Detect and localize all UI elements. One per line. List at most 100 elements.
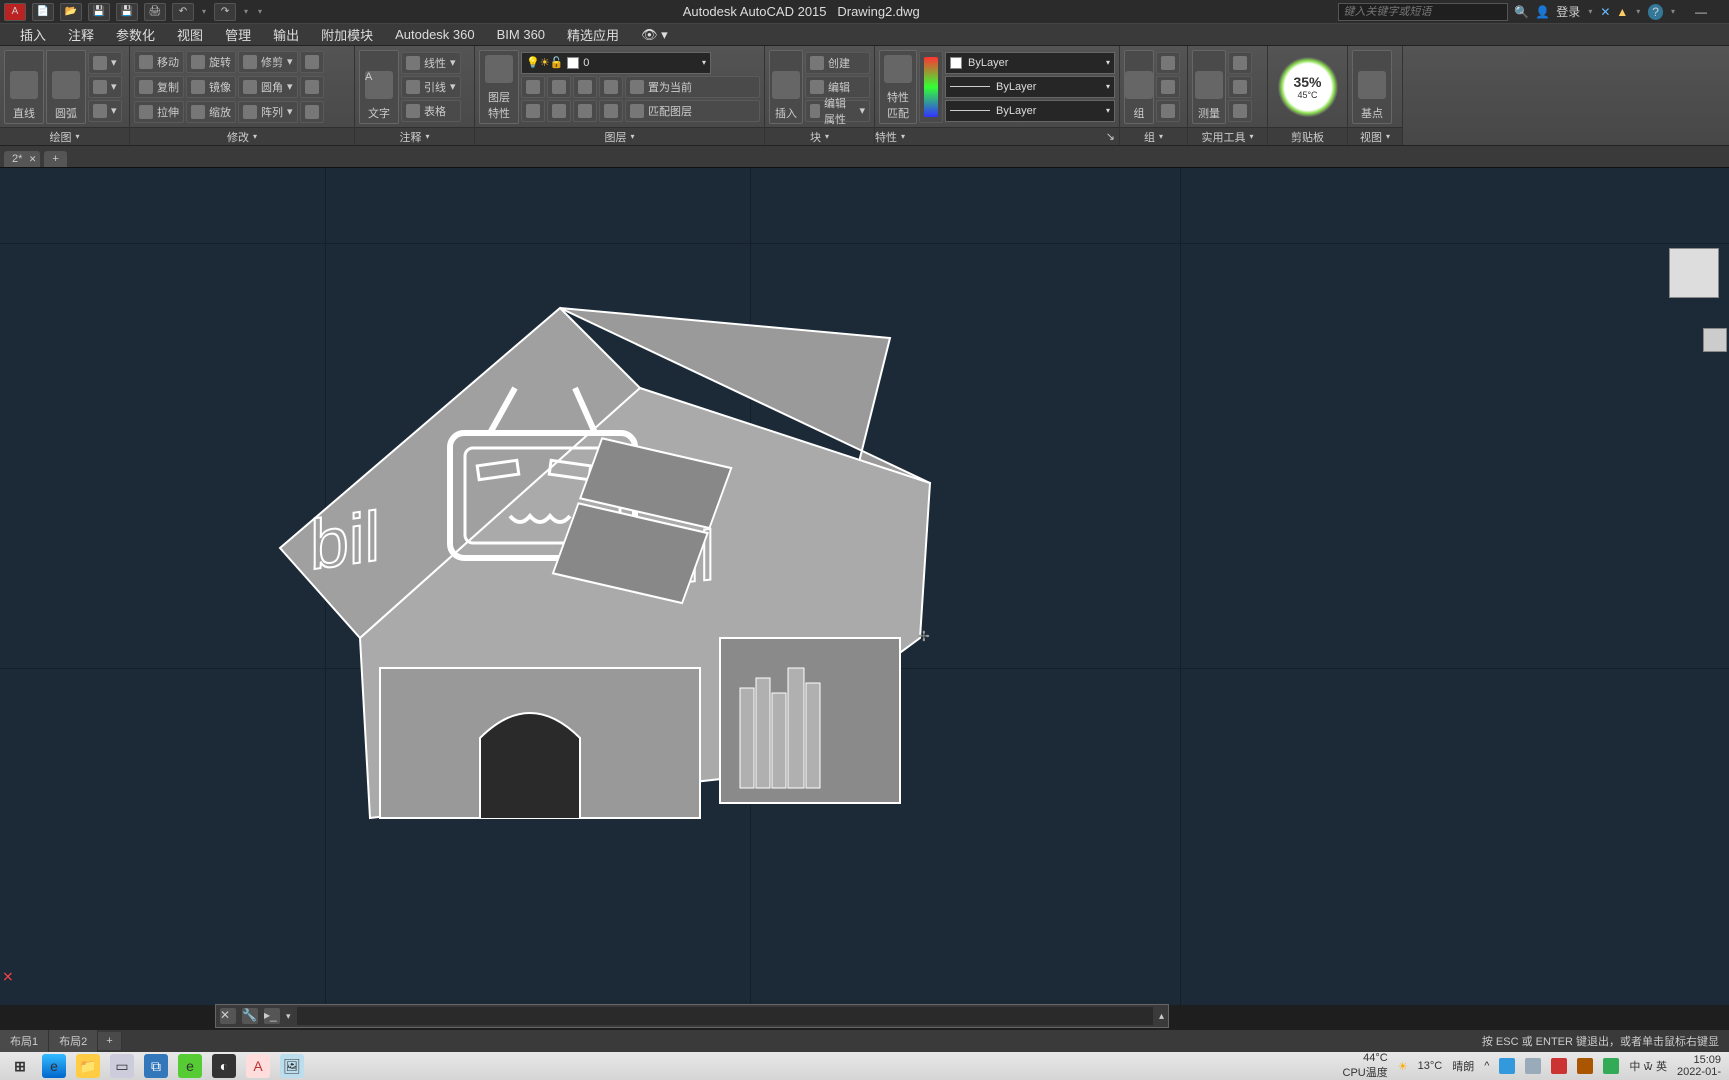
layer-lock-button[interactable]	[599, 76, 623, 98]
panel-title-modify[interactable]: 修改▾	[130, 127, 354, 145]
arc-button[interactable]: 圆弧	[46, 50, 86, 124]
cmd-history-icon[interactable]: ▴	[1159, 1011, 1164, 1022]
customize-cmdline-icon[interactable]: 🔧	[242, 1008, 258, 1024]
tray-icon-1[interactable]	[1499, 1058, 1515, 1074]
weather-icon[interactable]: ☀	[1398, 1060, 1408, 1073]
layer-off-button[interactable]	[573, 76, 597, 98]
command-line[interactable]: ✕ 🔧 ▸_ ▾ ▴	[215, 1004, 1169, 1028]
matchprop-button[interactable]: 特性 匹配	[879, 50, 917, 124]
table-button[interactable]: 表格	[401, 100, 461, 122]
open-icon[interactable]: 📂	[60, 3, 82, 21]
line-button[interactable]: 直线	[4, 50, 44, 124]
browser-icon[interactable]: e	[178, 1054, 202, 1078]
new-icon[interactable]: 📄	[32, 3, 54, 21]
start-icon[interactable]: ⊞	[8, 1054, 32, 1078]
group-sel-button[interactable]	[1156, 100, 1180, 122]
tab-view[interactable]: 视图	[167, 22, 213, 47]
create-block-button[interactable]: 创建	[805, 52, 870, 74]
panel-title-clip[interactable]: 剪贴板	[1268, 127, 1347, 145]
close-icon[interactable]: ✕	[29, 154, 37, 165]
edit-attr-button[interactable]: 编辑属性▾	[805, 100, 870, 122]
tab-a360[interactable]: Autodesk 360	[385, 24, 485, 45]
tab-insert[interactable]: 插入	[10, 22, 56, 47]
login-label[interactable]: 登录	[1556, 3, 1580, 20]
panel-title-draw[interactable]: 绘图▾	[0, 127, 129, 145]
hatch-button[interactable]: ▾	[88, 100, 122, 122]
tab-parametric[interactable]: 参数化	[106, 22, 165, 47]
panel-title-util[interactable]: 实用工具▾	[1188, 127, 1267, 145]
rotate-button[interactable]: 旋转	[186, 51, 236, 73]
app-icon-1[interactable]: ▭	[110, 1054, 134, 1078]
app-menu-icon[interactable]: A	[4, 3, 26, 21]
view-cube[interactable]	[1669, 248, 1719, 298]
close-cmdline-icon[interactable]: ✕	[220, 1008, 236, 1024]
panel-title-group[interactable]: 组▾	[1120, 127, 1187, 145]
layout-tab-1[interactable]: 布局1	[0, 1030, 49, 1052]
stretch-button[interactable]: 拉伸	[134, 101, 184, 123]
save-icon[interactable]: 💾	[88, 3, 110, 21]
nav-bar[interactable]	[1703, 328, 1727, 352]
undo-icon[interactable]: ↶	[172, 3, 194, 21]
text-button[interactable]: A文字	[359, 50, 399, 124]
drawing-canvas[interactable]: bil bil ✢ ⨯	[0, 168, 1729, 1005]
search-input[interactable]	[1338, 3, 1508, 21]
app-icon-3[interactable]: 🖼	[280, 1054, 304, 1078]
new-doc-tab[interactable]: +	[44, 151, 66, 167]
login-dropdown[interactable]: ▾	[1586, 7, 1594, 16]
tray-icon-2[interactable]	[1525, 1058, 1541, 1074]
tab-bim360[interactable]: BIM 360	[487, 24, 555, 45]
make-current-button[interactable]: 置为当前	[625, 76, 760, 98]
dim-linear-button[interactable]: 线性▾	[401, 52, 461, 74]
search-icon[interactable]: 🔍	[1514, 5, 1529, 19]
autocad-taskbar-icon[interactable]: A	[246, 1054, 270, 1078]
measure-button[interactable]: 测量	[1192, 50, 1226, 124]
layout-tab-2[interactable]: 布局2	[49, 1030, 98, 1052]
util-btn3[interactable]	[1228, 100, 1252, 122]
tab-addons[interactable]: 附加模块	[311, 22, 383, 47]
redo-dropdown[interactable]: ▾	[242, 7, 250, 16]
tray-icon-4[interactable]	[1577, 1058, 1593, 1074]
trim-button[interactable]: 修剪▾	[238, 51, 298, 73]
fillet-button[interactable]: 圆角▾	[238, 76, 298, 98]
doc-tab[interactable]: 2*✕	[4, 151, 40, 167]
undo-dropdown[interactable]: ▾	[200, 7, 208, 16]
layer-freeze-button[interactable]	[547, 76, 571, 98]
move-button[interactable]: 移动	[134, 51, 184, 73]
ime-indicator[interactable]: 中 🝃 英	[1629, 1055, 1667, 1077]
layer-thaw-button[interactable]	[547, 100, 571, 122]
tab-extra-icon[interactable]: 👁 ▾	[631, 24, 678, 46]
panel-title-block[interactable]: 块▾	[765, 127, 874, 145]
layer-props-button[interactable]: 图层 特性	[479, 50, 519, 124]
match-layer-button[interactable]: 匹配图层	[625, 100, 760, 122]
minimize-icon[interactable]: —	[1683, 5, 1719, 19]
new-layout-tab[interactable]: +	[98, 1032, 121, 1050]
panel-title-props[interactable]: 特性▾↘	[875, 127, 1119, 145]
qat-customize[interactable]: ▾	[256, 7, 264, 16]
panel-title-layers[interactable]: 图层▾	[475, 127, 764, 145]
panel-title-annot[interactable]: 注释▾	[355, 127, 474, 145]
basepoint-button[interactable]: 基点	[1352, 50, 1392, 124]
leader-button[interactable]: 引线▾	[401, 76, 461, 98]
color-combo[interactable]: ByLayer▾	[945, 52, 1115, 74]
panel-title-view[interactable]: 视图▾	[1348, 127, 1402, 145]
edge-icon[interactable]: e	[42, 1054, 66, 1078]
explode-button[interactable]	[300, 76, 324, 98]
layer-iso-button[interactable]	[521, 76, 545, 98]
chevron-up-icon[interactable]: ^	[1484, 1060, 1489, 1072]
redo-icon[interactable]: ↷	[214, 3, 236, 21]
store-icon[interactable]: ⧉	[144, 1054, 168, 1078]
user-icon[interactable]: 👤	[1535, 5, 1550, 19]
plot-icon[interactable]: 🖨	[144, 3, 166, 21]
ungroup-button[interactable]	[1156, 52, 1180, 74]
tray-icon-3[interactable]	[1551, 1058, 1567, 1074]
linetype-combo[interactable]: ByLayer▾	[945, 100, 1115, 122]
offset-button[interactable]	[300, 101, 324, 123]
rect-button[interactable]: ▾	[88, 52, 122, 74]
group-edit-button[interactable]	[1156, 76, 1180, 98]
erase-button[interactable]	[300, 51, 324, 73]
help-icon[interactable]: ?	[1648, 4, 1663, 20]
a360-icon[interactable]: ▲	[1616, 5, 1628, 19]
tab-annotate[interactable]: 注释	[58, 22, 104, 47]
group-button[interactable]: 组	[1124, 50, 1154, 124]
layer-unlock-button[interactable]	[599, 100, 623, 122]
